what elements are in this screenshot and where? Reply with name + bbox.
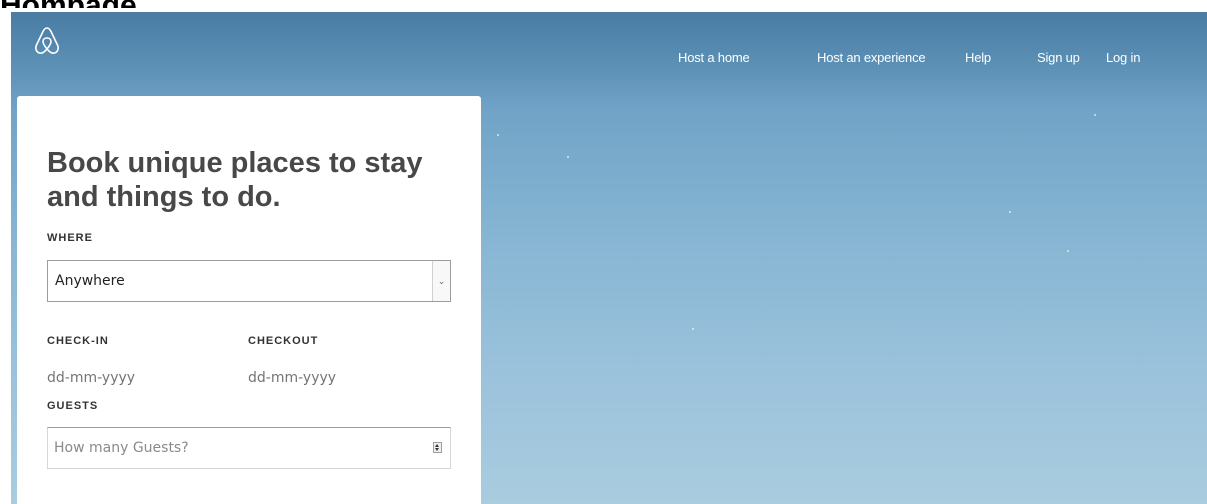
star-dot — [1094, 114, 1096, 116]
star-dot — [497, 134, 499, 136]
search-card-title: Book unique places to stay and things to… — [47, 147, 423, 213]
nav-host-home-link[interactable]: Host a home — [678, 50, 750, 65]
where-select[interactable]: Anywhere ⌄ — [47, 260, 451, 302]
where-select-value: Anywhere — [55, 273, 125, 289]
nav-host-experience-link[interactable]: Host an experience — [817, 50, 926, 65]
checkin-label: CHECK-IN — [47, 335, 109, 347]
nav-log-in-link[interactable]: Log in — [1106, 50, 1140, 65]
page-heading: Hompage — [0, 0, 300, 8]
guests-label: GUESTS — [47, 400, 99, 412]
nav-sign-up-link[interactable]: Sign up — [1037, 50, 1080, 65]
where-label: WHERE — [47, 232, 93, 244]
star-dot — [567, 156, 569, 158]
chevron-down-icon[interactable]: ⌄ — [432, 261, 450, 301]
checkin-input[interactable] — [47, 368, 197, 388]
guests-field[interactable] — [47, 427, 451, 469]
spinner-icon[interactable] — [433, 442, 442, 453]
hero-background: Host a home Host an experience Help Sign… — [11, 12, 1207, 504]
checkout-label: CHECKOUT — [248, 335, 319, 347]
checkout-input[interactable] — [248, 368, 398, 388]
star-dot — [692, 328, 694, 330]
star-dot — [1009, 211, 1011, 213]
guests-input[interactable] — [54, 439, 414, 457]
search-card: Book unique places to stay and things to… — [17, 96, 481, 504]
airbnb-logo-icon[interactable] — [33, 26, 61, 56]
star-dot — [1067, 250, 1069, 252]
nav-help-link[interactable]: Help — [965, 50, 991, 65]
